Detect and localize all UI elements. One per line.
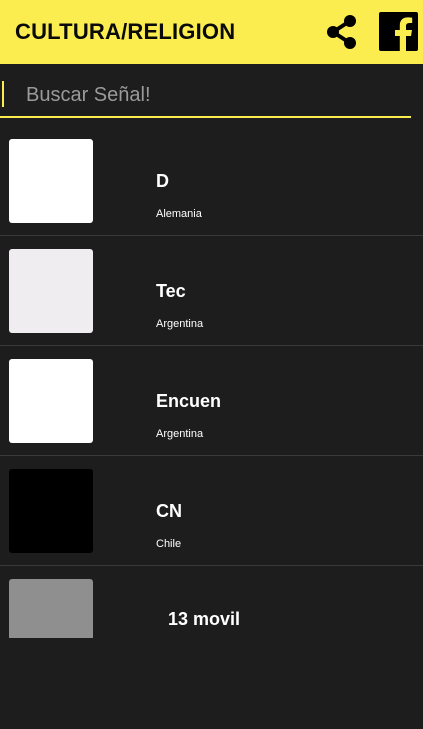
channel-thumbnail bbox=[9, 249, 93, 333]
channel-country: Argentina bbox=[156, 318, 204, 330]
search-input[interactable] bbox=[12, 80, 423, 110]
channel-country: Chile bbox=[156, 538, 182, 550]
channel-thumbnail bbox=[9, 579, 93, 638]
text-cursor bbox=[2, 81, 4, 107]
channel-name: D bbox=[156, 171, 169, 191]
channel-country: Argentina bbox=[156, 428, 204, 440]
channel-name: 13 movil bbox=[168, 609, 241, 629]
channel-country: Alemania bbox=[156, 208, 202, 220]
facebook-button[interactable] bbox=[379, 12, 418, 51]
list-item[interactable]: Tec Argentina bbox=[0, 236, 423, 346]
channel-thumbnail bbox=[9, 469, 93, 553]
share-button[interactable] bbox=[325, 14, 359, 50]
search-bar bbox=[0, 64, 423, 120]
list-item[interactable]: 13 movil bbox=[0, 566, 423, 638]
channel-thumbnail bbox=[9, 139, 93, 223]
channel-thumbnail bbox=[9, 359, 93, 443]
list-item[interactable]: D Alemania bbox=[0, 126, 423, 236]
list-item[interactable]: Encuen Argentina bbox=[0, 346, 423, 456]
app-screen: CULTURA/RELIGION D Alemania bbox=[0, 0, 423, 729]
list-item[interactable]: CN Chile bbox=[0, 456, 423, 566]
app-header: CULTURA/RELIGION bbox=[0, 0, 423, 64]
channel-name: Tec bbox=[156, 281, 186, 301]
search-underline bbox=[0, 116, 411, 118]
channel-name: Encuen bbox=[156, 391, 222, 411]
facebook-icon bbox=[379, 12, 418, 51]
channel-name: CN bbox=[156, 501, 182, 521]
channel-list: D Alemania Tec Argentina Encuen Argentin… bbox=[0, 126, 423, 638]
page-title: CULTURA/RELIGION bbox=[15, 19, 236, 44]
share-icon bbox=[327, 15, 356, 49]
